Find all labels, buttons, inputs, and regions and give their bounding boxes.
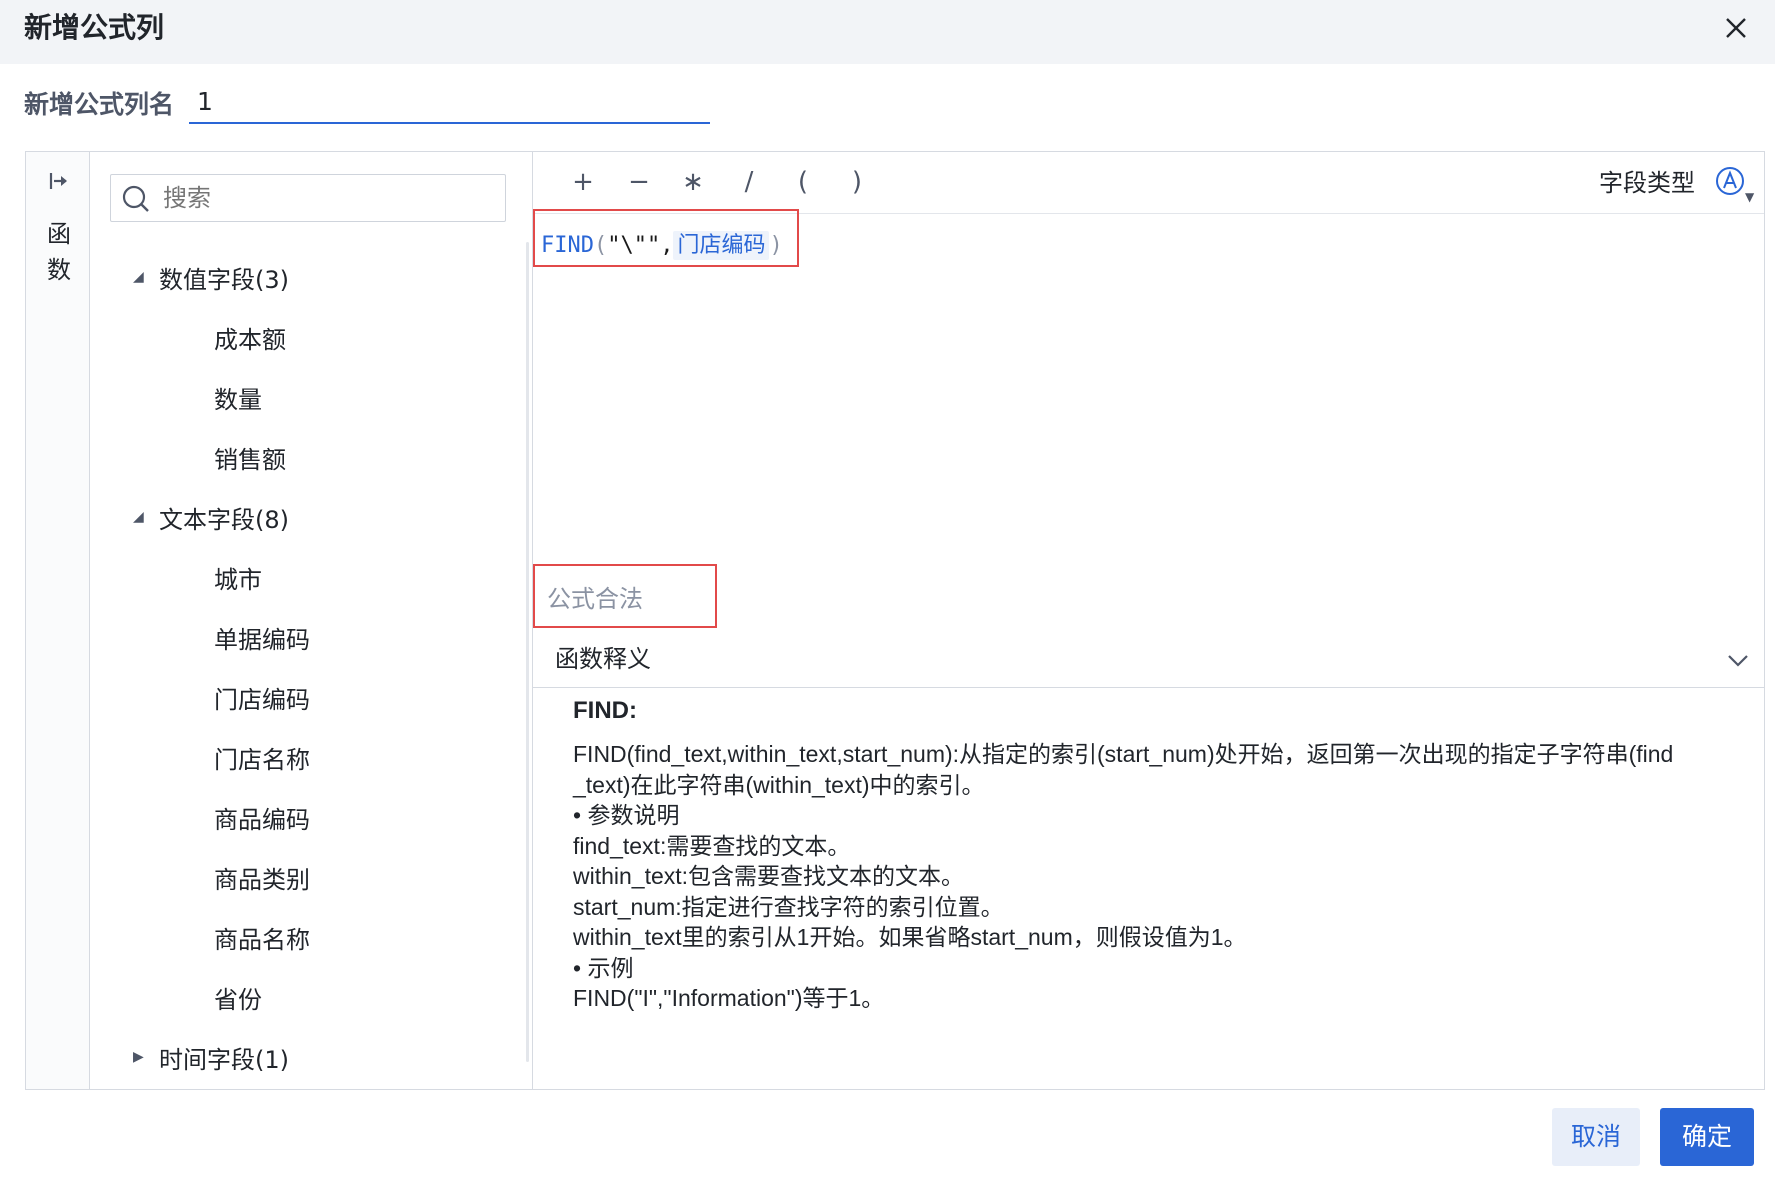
formula-input-area[interactable]: FIND("\"", 门店编码): [533, 214, 1764, 684]
collapse-arrow-icon[interactable]: [46, 168, 72, 194]
formula-close-paren: ): [769, 233, 783, 258]
operator-toolbar: 字段类型 ▼ + − ∗ / (): [533, 152, 1764, 214]
function-help-body: FIND: FIND(find_text,within_text,start_n…: [573, 693, 1743, 1014]
field-item[interactable]: 商品类别: [90, 847, 510, 907]
formula-string-token: "\"": [607, 233, 661, 258]
field-list-pane: ◢数值字段(3)成本额数量销售额◢文本字段(8)城市单据编码门店编码门店名称商品…: [90, 152, 533, 1089]
caret-expanded-icon[interactable]: ◢: [133, 269, 153, 285]
caret-expanded-icon[interactable]: ◢: [133, 509, 153, 525]
help-line: within_text:包含需要查找文本的文本。: [573, 863, 965, 889]
search-box: [110, 174, 506, 222]
column-name-field-wrap: [189, 80, 710, 124]
help-line: • 示例: [573, 954, 634, 981]
plus-button[interactable]: +: [563, 162, 603, 202]
help-line: FIND(find_text,within_text,start_num):从指…: [573, 741, 1674, 767]
help-divider: [533, 687, 1764, 688]
column-name-input[interactable]: [189, 80, 710, 122]
field-item[interactable]: 成本额: [90, 307, 510, 367]
confirm-button[interactable]: 确定: [1660, 1108, 1754, 1166]
field-group[interactable]: ◢ 数值字段(3): [90, 247, 510, 307]
field-list-scrollbar[interactable]: [526, 242, 529, 1062]
function-help-name: FIND:: [573, 697, 637, 724]
field-item[interactable]: 门店编码: [90, 667, 510, 727]
minus-button[interactable]: −: [619, 162, 659, 202]
function-tab[interactable]: 函数: [26, 152, 90, 1089]
formula-editor-panel: 函数 ◢数值字段(3)成本额数量销售额◢文本字段(8)城市单据编码门店编码门店名…: [25, 151, 1765, 1090]
formula-field-token[interactable]: 门店编码: [673, 231, 770, 260]
field-item[interactable]: 销售额: [90, 427, 510, 487]
column-name-label: 新增公式列名: [24, 90, 175, 119]
formula-open-paren: (: [593, 233, 608, 258]
cancel-button[interactable]: 取消: [1552, 1108, 1640, 1166]
search-input[interactable]: [163, 179, 493, 217]
divide-button[interactable]: /: [729, 162, 769, 202]
open-paren-button[interactable]: (: [783, 162, 823, 202]
close-paren-button[interactable]: ): [837, 162, 877, 202]
formula-function-token: FIND: [541, 233, 594, 258]
field-group[interactable]: ◢ 文本字段(8): [90, 487, 510, 547]
close-icon[interactable]: [1718, 10, 1754, 46]
field-item[interactable]: 商品名称: [90, 907, 510, 967]
search-icon: [122, 185, 149, 212]
help-line: within_text里的索引从1开始。如果省略start_num，则假设值为1…: [573, 924, 1247, 950]
function-help-lines: FIND(find_text,within_text,start_num):从指…: [573, 739, 1743, 1014]
function-tab-label: 函数: [47, 220, 71, 284]
field-tree: ◢ 数值字段(3) 成本额 数量 销售额 ◢ 文本字段(8) 城市 单据编码 门店编码 门店名称 商品…: [90, 247, 510, 1087]
field-item[interactable]: 城市: [90, 547, 510, 607]
formula-column-dialog: 新增公式列 新增公式列名 函数 ◢数值字段: [0, 0, 1775, 1180]
dialog-title: 新增公式列: [24, 11, 165, 44]
field-group-label: 数值字段(3): [159, 265, 289, 294]
formula-comma: ,: [660, 233, 674, 258]
help-line: find_text:需要查找的文本。: [573, 832, 851, 859]
field-type-label: 字段类型: [1599, 169, 1695, 197]
field-group-label: 时间字段(1): [159, 1045, 289, 1074]
formula-expression[interactable]: FIND("\"", 门店编码): [541, 228, 783, 264]
text-type-icon[interactable]: [1713, 164, 1747, 198]
dialog-title-bar: 新增公式列: [0, 0, 1775, 64]
field-item[interactable]: 省份: [90, 967, 510, 1027]
formula-valid-status: 公式合法: [547, 585, 643, 613]
field-item[interactable]: 门店名称: [90, 727, 510, 787]
multiply-button[interactable]: ∗: [673, 162, 713, 202]
field-type-dropdown-icon[interactable]: ▼: [1745, 190, 1754, 204]
help-line: FIND("I","Information")等于1。: [573, 985, 885, 1011]
chevron-down-icon[interactable]: [1724, 646, 1752, 674]
function-help-title: 函数释义: [555, 645, 651, 673]
field-item[interactable]: 数量: [90, 367, 510, 427]
field-item[interactable]: 单据编码: [90, 607, 510, 667]
editor-pane: 字段类型 ▼ + − ∗ /() FIND("\"", 门店编码) 公式合法 函数释义: [533, 152, 1764, 1089]
caret-collapsed-icon[interactable]: ▶: [133, 1049, 153, 1065]
field-group-label: 文本字段(8): [159, 505, 289, 534]
help-line: • 参数说明: [573, 802, 680, 828]
function-help-header[interactable]: 函数释义: [533, 622, 1764, 686]
field-item[interactable]: 商品编码: [90, 787, 510, 847]
field-group[interactable]: ▶ 时间字段(1): [90, 1027, 510, 1087]
help-line: _text)在此字符串(within_text)中的索引。: [573, 771, 985, 798]
help-line: start_num:指定进行查找字符的索引位置。: [573, 893, 1004, 920]
